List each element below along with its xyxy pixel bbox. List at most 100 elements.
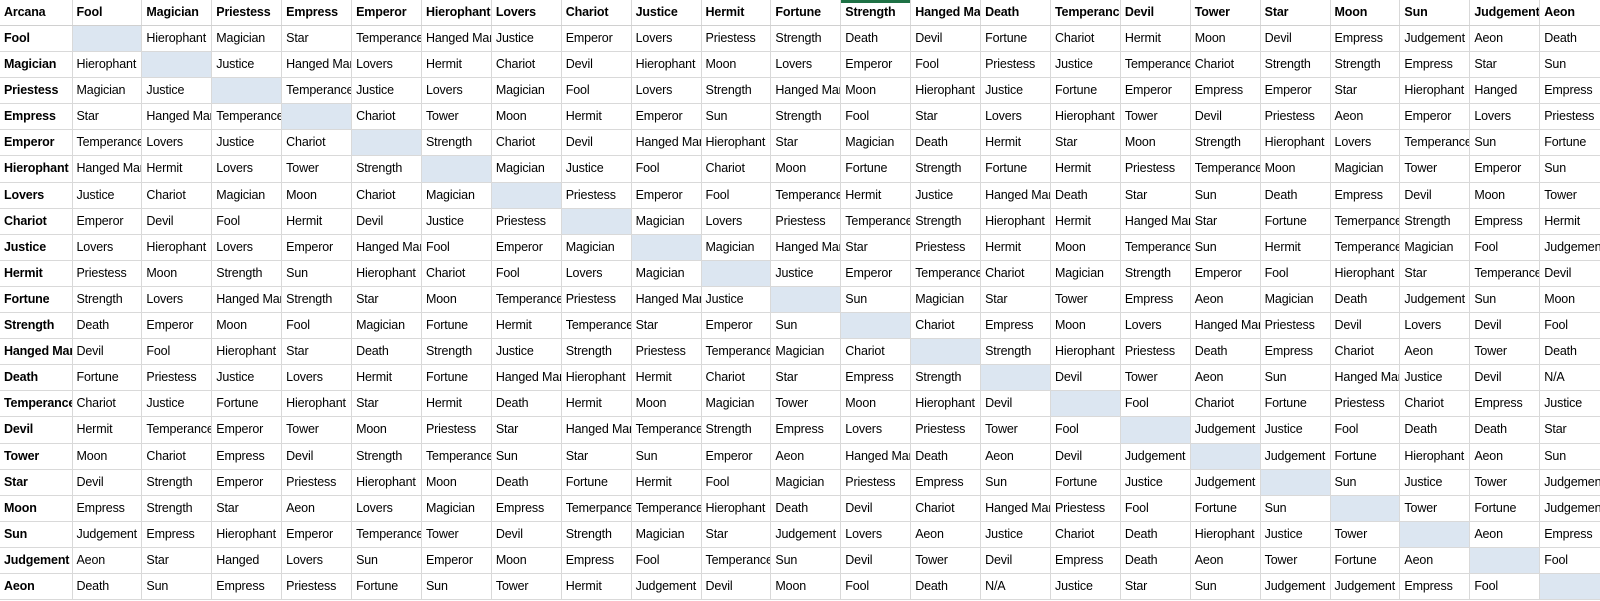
matrix-cell[interactable]: Death [910,129,982,157]
matrix-cell[interactable]: Strength [910,364,982,392]
matrix-cell[interactable]: Judgement [1399,285,1471,314]
matrix-cell[interactable]: Star [1330,77,1401,105]
matrix-cell[interactable]: Empress [211,442,283,470]
matrix-cell[interactable]: Temperance [351,24,422,53]
matrix-cell[interactable]: Priestess [910,233,982,261]
matrix-cell[interactable]: Strength [980,338,1051,366]
matrix-cell[interactable]: Justice [1539,390,1600,418]
column-header-aeon[interactable]: Aeon [1539,0,1600,26]
matrix-cell[interactable]: Death [1469,416,1541,444]
matrix-cell[interactable]: Judgement [72,520,143,548]
matrix-cell[interactable]: Hierophant [72,51,143,79]
matrix-cell[interactable]: Tower [421,520,492,548]
column-header-fool[interactable]: Fool [72,0,143,26]
matrix-cell[interactable]: Justice [1399,468,1471,496]
diagonal-cell[interactable] [770,285,842,314]
matrix-cell[interactable]: Fool [421,233,492,261]
column-header-magician[interactable]: Magician [141,0,213,26]
row-header-hanged-man[interactable]: Hanged Man [0,338,73,366]
matrix-cell[interactable]: Death [1539,338,1600,366]
diagonal-cell[interactable] [281,103,353,131]
matrix-cell[interactable]: Justice [211,51,283,79]
matrix-cell[interactable]: Hierophant [351,259,422,287]
matrix-cell[interactable]: Death [491,468,562,496]
diagonal-cell[interactable] [1469,546,1541,574]
matrix-cell[interactable]: Hierophant [141,233,213,261]
matrix-cell[interactable]: Tower [1330,520,1401,548]
matrix-cell[interactable]: Justice [1260,416,1331,444]
matrix-cell[interactable]: Fortune [211,390,283,418]
matrix-cell[interactable]: Hanged Man [141,103,213,131]
matrix-cell[interactable]: Temperance [141,416,213,444]
matrix-cell[interactable]: Emperor [1260,77,1331,105]
matrix-cell[interactable]: Chariot [910,312,982,340]
matrix-cell[interactable]: Lovers [281,364,353,392]
row-header-star[interactable]: Star [0,468,73,496]
matrix-cell[interactable]: Emperor [840,51,912,79]
diagonal-cell[interactable] [701,259,772,287]
matrix-cell[interactable]: Star [1469,51,1541,79]
column-header-moon[interactable]: Moon [1330,0,1401,26]
matrix-cell[interactable]: Devil [840,546,912,574]
matrix-cell[interactable]: Magician [770,338,842,366]
matrix-cell[interactable]: Justice [1050,572,1121,601]
matrix-cell[interactable]: Devil [281,442,353,470]
matrix-cell[interactable]: Justice [561,155,632,183]
row-header-sun[interactable]: Sun [0,520,73,548]
matrix-cell[interactable]: Magician [491,77,562,105]
matrix-cell[interactable]: Judgement [1539,468,1600,496]
matrix-cell[interactable]: Hanged Man [1190,312,1261,340]
matrix-cell[interactable]: Lovers [281,546,353,574]
matrix-cell[interactable]: Devil [980,390,1051,418]
matrix-cell[interactable]: Moon [1050,312,1121,340]
matrix-cell[interactable]: Empress [840,364,912,392]
matrix-cell[interactable]: Death [1399,416,1471,444]
matrix-cell[interactable]: Star [281,24,353,53]
matrix-cell[interactable]: Fool [281,312,353,340]
matrix-cell[interactable]: Judgement [631,572,702,601]
matrix-cell[interactable]: Fortune [421,312,492,340]
matrix-cell[interactable]: Aeon [1469,24,1541,53]
matrix-cell[interactable]: Priestess [1120,155,1191,183]
matrix-cell[interactable]: Temperance [1330,233,1401,261]
column-header-lovers[interactable]: Lovers [491,0,562,26]
matrix-cell[interactable]: Devil [1050,364,1121,392]
matrix-cell[interactable]: Chariot [421,259,492,287]
matrix-cell[interactable]: Strength [1399,207,1471,235]
matrix-cell[interactable]: Strength [1260,51,1331,79]
matrix-cell[interactable]: Temperance [421,442,492,470]
matrix-cell[interactable]: Fool [491,259,562,287]
matrix-cell[interactable]: Moon [421,285,492,314]
matrix-cell[interactable]: Chariot [1190,51,1261,79]
matrix-cell[interactable]: Emperor [421,546,492,574]
matrix-cell[interactable]: Hanged Man [770,233,842,261]
matrix-cell[interactable]: Chariot [701,155,772,183]
matrix-cell[interactable]: Moon [421,468,492,496]
matrix-cell[interactable]: Hermit [1260,233,1331,261]
matrix-cell[interactable]: Empress [1539,520,1600,548]
matrix-cell[interactable]: Sun [1330,468,1401,496]
matrix-cell[interactable]: Priestess [1120,338,1191,366]
column-header-sun[interactable]: Sun [1399,0,1471,26]
matrix-cell[interactable]: Devil [561,129,632,157]
matrix-cell[interactable]: Fool [631,546,702,574]
matrix-cell[interactable]: Justice [141,390,213,418]
matrix-cell[interactable]: Empress [1330,181,1401,209]
matrix-cell[interactable]: Hierophant [211,520,283,548]
matrix-cell[interactable]: Hierophant [281,390,353,418]
matrix-cell[interactable]: Moon [72,442,143,470]
row-header-death[interactable]: Death [0,364,73,392]
matrix-cell[interactable]: Temperance [72,129,143,157]
matrix-cell[interactable]: Empress [1260,338,1331,366]
matrix-cell[interactable]: Empress [1399,51,1471,79]
matrix-cell[interactable]: Sun [1260,494,1331,522]
matrix-cell[interactable]: Emperor [1120,77,1191,105]
matrix-cell[interactable]: Justice [1399,364,1471,392]
matrix-cell[interactable]: Death [1050,181,1121,209]
matrix-cell[interactable]: Justice [1260,520,1331,548]
matrix-cell[interactable]: Justice [770,259,842,287]
matrix-cell[interactable]: Emperor [561,24,632,53]
matrix-cell[interactable]: Hanged Man [421,24,492,53]
matrix-cell[interactable]: Magician [1050,259,1121,287]
matrix-cell[interactable]: Hermit [421,390,492,418]
